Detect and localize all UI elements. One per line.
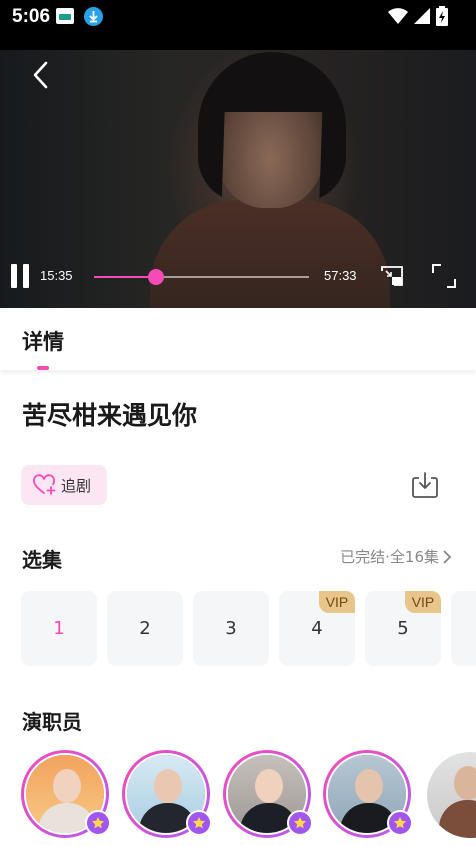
status-bar: 5:06: [0, 0, 476, 50]
back-icon[interactable]: [28, 60, 54, 90]
vip-badge: VIP: [405, 591, 441, 613]
star-icon: [186, 810, 212, 836]
cast-list: [21, 750, 476, 846]
chevron-right-icon: [443, 549, 452, 564]
episode-number: 3: [225, 618, 237, 639]
status-time: 5:06: [12, 6, 51, 27]
episode-number: 5: [397, 618, 409, 639]
battery-icon: [436, 6, 448, 26]
show-title: 苦尽柑来遇见你: [22, 401, 198, 430]
follow-button[interactable]: 追剧: [21, 465, 107, 505]
star-icon: [387, 810, 413, 836]
seek-bar-fill: [94, 276, 157, 278]
episode-list: 1 2 3 4 VIP 5 VIP: [21, 591, 476, 667]
episode-number: 2: [139, 618, 151, 639]
episodes-heading: 选集: [22, 548, 62, 572]
episode-item[interactable]: 5 VIP: [365, 591, 441, 666]
tab-bar: 详情: [0, 308, 476, 370]
cast-avatar[interactable]: [21, 750, 111, 838]
seek-bar[interactable]: [94, 269, 309, 285]
episodes-status: 已完结·全16集: [340, 548, 439, 566]
video-player[interactable]: 15:35 57:33: [0, 50, 476, 308]
vip-badge: VIP: [319, 591, 355, 613]
follow-label: 追剧: [61, 476, 92, 495]
player-controls: 15:35 57:33: [0, 248, 476, 308]
total-time: 57:33: [324, 268, 357, 283]
star-icon: [85, 810, 111, 836]
episode-number: 1: [53, 618, 65, 639]
signal-icon: [414, 8, 430, 24]
pause-icon[interactable]: [10, 264, 30, 288]
pip-icon[interactable]: [380, 264, 404, 288]
cast-heading: 演职员: [22, 710, 82, 734]
cast-avatar[interactable]: [323, 750, 413, 838]
wifi-icon: [388, 8, 408, 24]
episode-item[interactable]: 4 VIP: [279, 591, 355, 666]
heart-plus-icon: [33, 474, 56, 495]
current-time: 15:35: [40, 268, 73, 283]
app-notification-icon: [56, 8, 74, 24]
tab-details[interactable]: 详情: [22, 326, 64, 356]
fullscreen-icon[interactable]: [432, 264, 456, 288]
episode-item[interactable]: 3: [193, 591, 269, 666]
episode-item[interactable]: 1: [21, 591, 97, 666]
seek-bar-thumb[interactable]: [148, 269, 165, 285]
star-icon: [287, 810, 313, 836]
episodes-status-link[interactable]: 已完结·全16集: [340, 546, 452, 567]
tab-indicator: [37, 366, 49, 370]
cast-avatar[interactable]: [427, 752, 476, 838]
cast-avatar[interactable]: [223, 750, 313, 838]
cast-avatar[interactable]: [122, 750, 212, 838]
episode-item[interactable]: 2: [107, 591, 183, 666]
download-icon[interactable]: [410, 470, 440, 500]
episode-number: 4: [311, 618, 323, 639]
episode-item[interactable]: [451, 591, 476, 666]
download-notification-icon: [84, 7, 103, 26]
